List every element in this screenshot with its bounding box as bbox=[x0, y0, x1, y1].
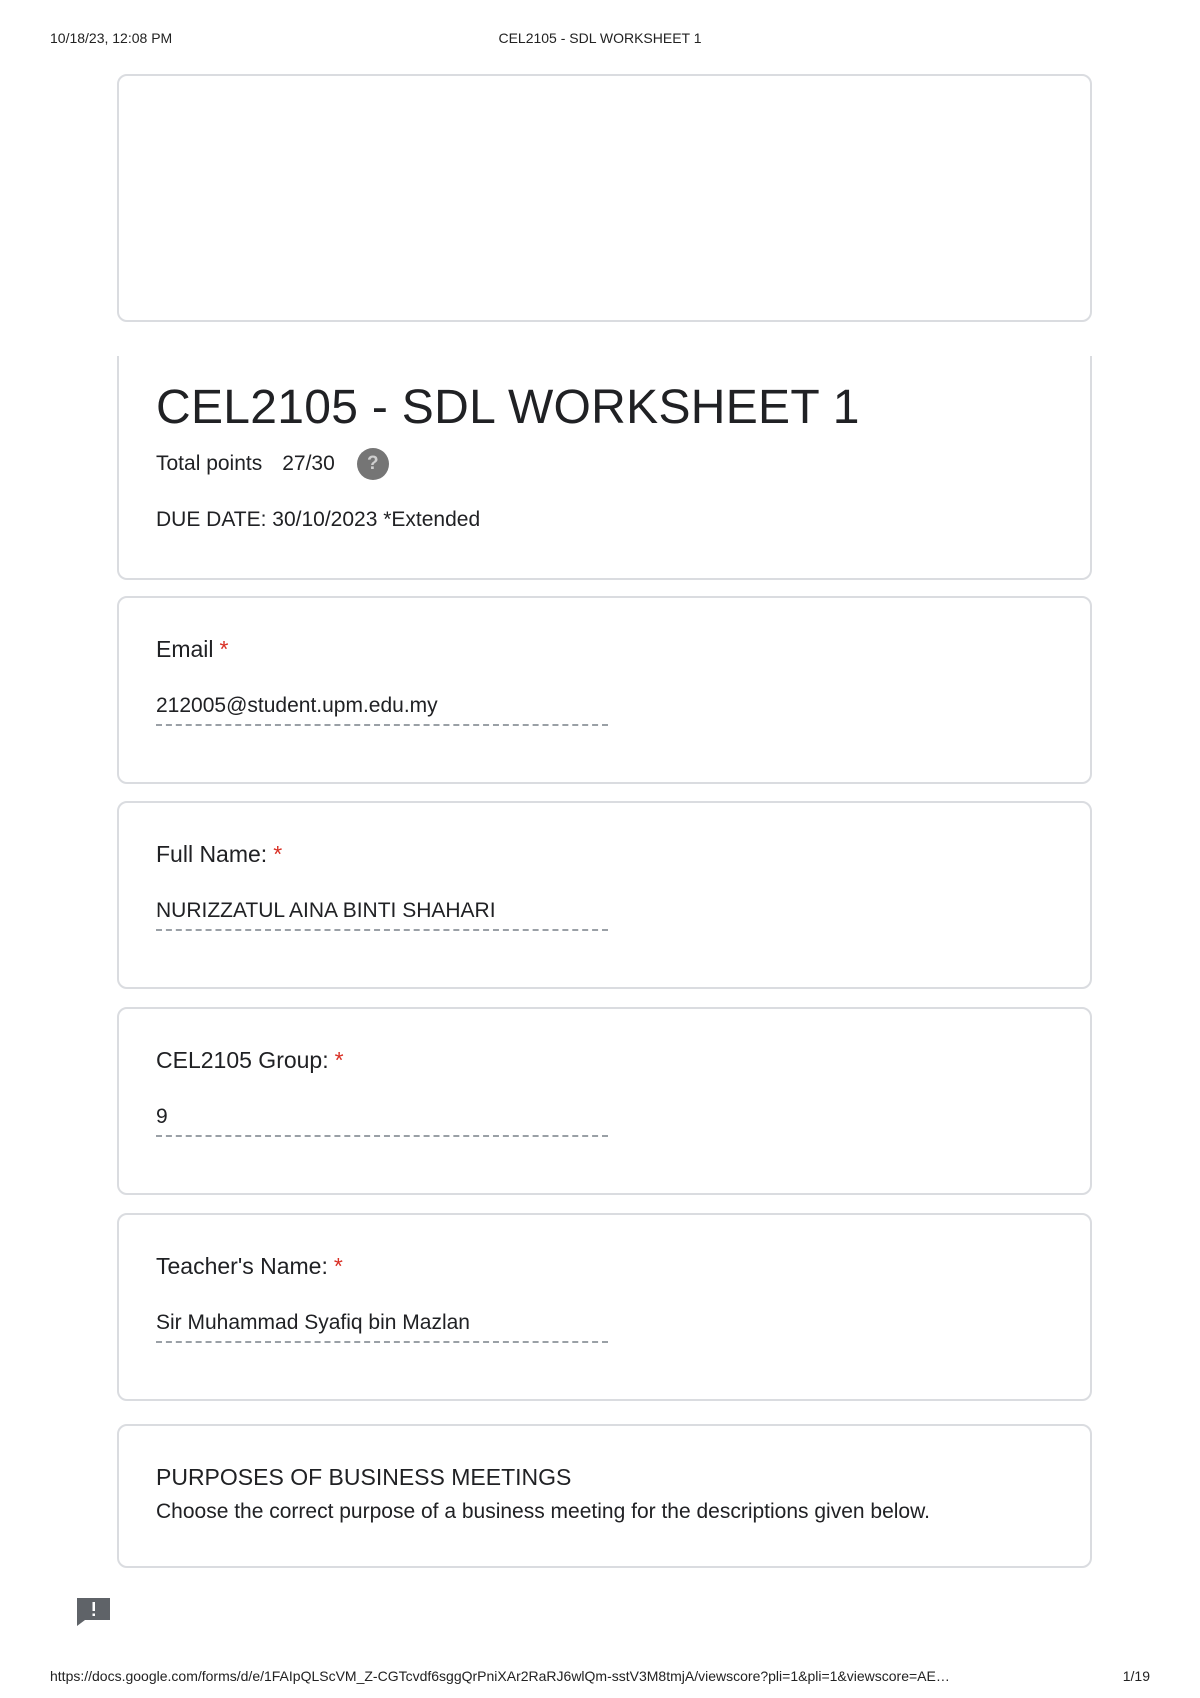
header-banner bbox=[117, 74, 1092, 322]
teacher-name-answer: Sir Muhammad Syafiq bin Mazlan bbox=[156, 1311, 608, 1343]
required-asterisk: * bbox=[273, 841, 283, 867]
section-title: PURPOSES OF BUSINESS MEETINGS bbox=[156, 1464, 572, 1490]
required-asterisk: * bbox=[334, 1047, 344, 1073]
question-label: Email * bbox=[156, 636, 228, 663]
email-answer: 212005@student.upm.edu.my bbox=[156, 694, 608, 726]
question-label: Full Name: * bbox=[156, 841, 282, 868]
required-asterisk: * bbox=[219, 636, 229, 662]
print-doc-title: CEL2105 - SDL WORKSHEET 1 bbox=[498, 30, 702, 46]
section-card: PURPOSES OF BUSINESS MEETINGS Choose the… bbox=[117, 1424, 1092, 1568]
total-points-value: 27/30 bbox=[282, 452, 335, 475]
question-card-teacher-name: Teacher's Name: * Sir Muhammad Syafiq bin… bbox=[117, 1213, 1092, 1401]
print-url: https://docs.google.com/forms/d/e/1FAIpQ… bbox=[50, 1668, 950, 1684]
question-label-text: Teacher's Name: bbox=[156, 1253, 328, 1279]
question-card-full-name: Full Name: * NURIZZATUL AINA BINTI SHAHAR… bbox=[117, 801, 1092, 989]
total-points-label: Total points bbox=[156, 452, 263, 475]
question-label: Teacher's Name: * bbox=[156, 1253, 343, 1280]
page-number: 1/19 bbox=[1122, 1668, 1150, 1684]
question-label-text: CEL2105 Group: bbox=[156, 1047, 329, 1073]
section-description: Choose the correct purpose of a business… bbox=[156, 1500, 930, 1523]
group-answer: 9 bbox=[156, 1105, 608, 1137]
required-asterisk: * bbox=[333, 1253, 343, 1279]
question-card-group: CEL2105 Group: * 9 bbox=[117, 1007, 1092, 1195]
full-name-answer: NURIZZATUL AINA BINTI SHAHARI bbox=[156, 899, 608, 931]
question-card-email: Email * 212005@student.upm.edu.my bbox=[117, 596, 1092, 784]
question-label-text: Full Name: bbox=[156, 841, 268, 867]
print-header: 10/18/23, 12:08 PM CEL2105 - SDL WORKSHE… bbox=[50, 30, 1150, 50]
question-label-text: Email bbox=[156, 636, 214, 662]
form-title-card: CEL2105 - SDL WORKSHEET 1 Total points 2… bbox=[117, 356, 1092, 580]
question-label: CEL2105 Group: * bbox=[156, 1047, 344, 1074]
feedback-icon[interactable] bbox=[77, 1598, 110, 1626]
form-title: CEL2105 - SDL WORKSHEET 1 bbox=[156, 381, 860, 434]
total-points-row: Total points 27/30 ? bbox=[156, 448, 389, 480]
due-date: DUE DATE: 30/10/2023 *Extended bbox=[156, 508, 481, 531]
help-circle-icon[interactable]: ? bbox=[356, 448, 389, 480]
